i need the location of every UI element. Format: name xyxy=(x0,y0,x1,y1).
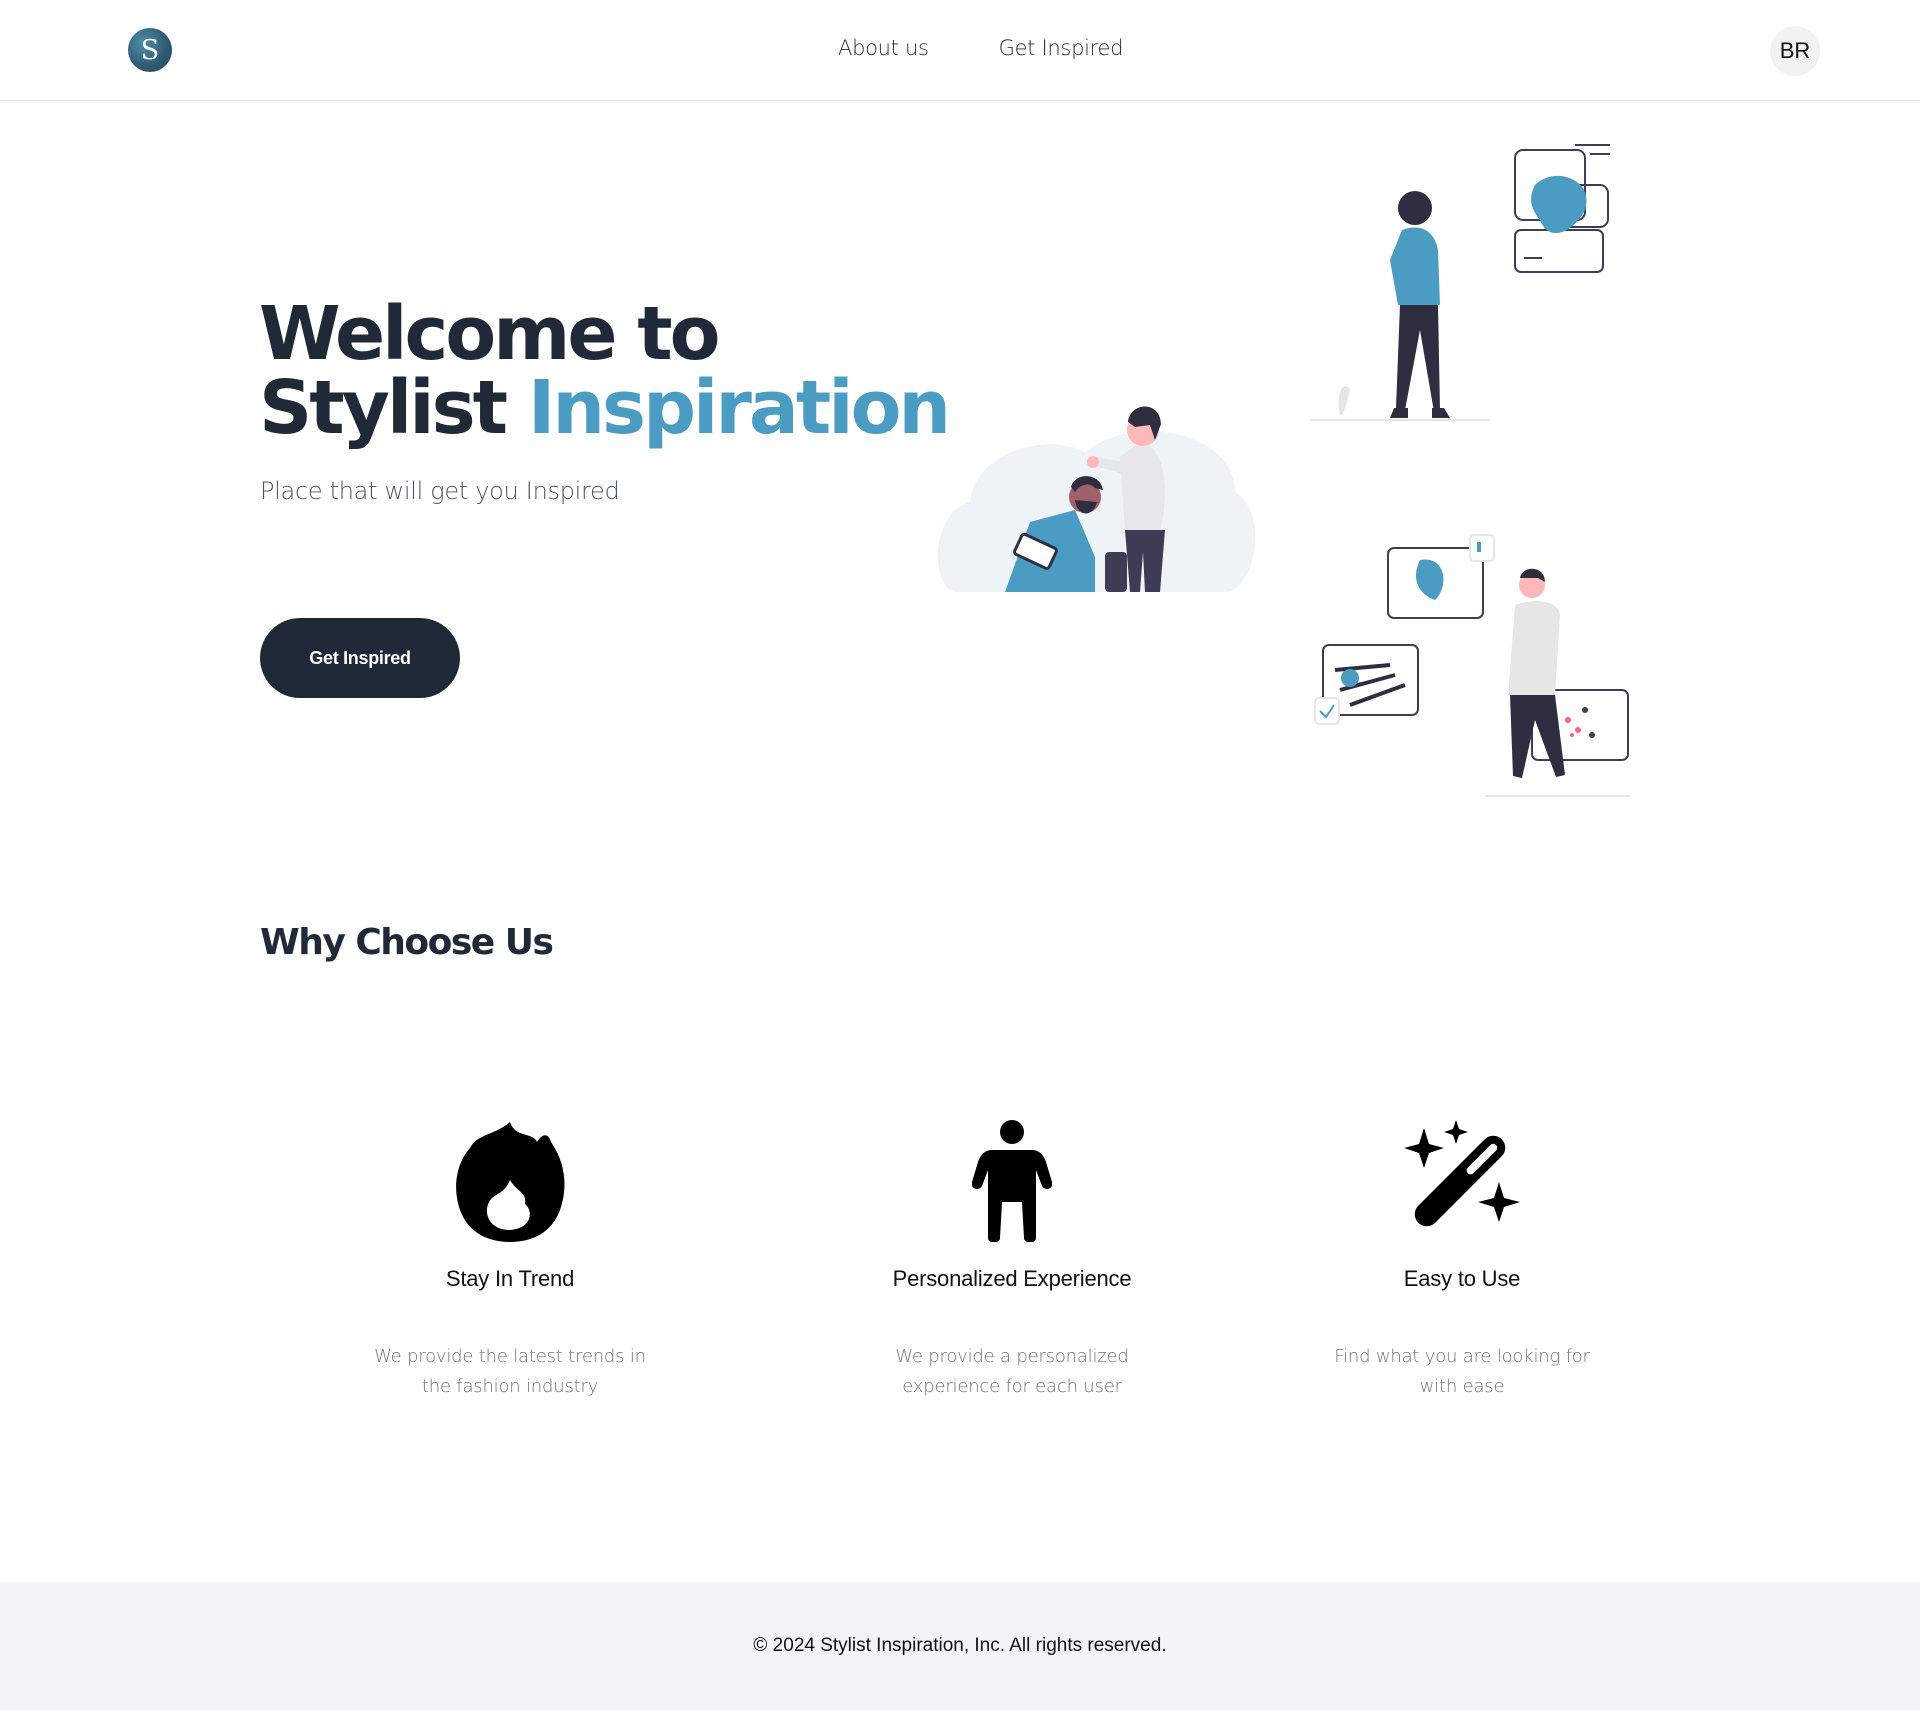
feature-description: Find what you are looking for with ease xyxy=(1334,1346,1590,1397)
footer-copyright: © 2024 Stylist Inspiration, Inc. All rig… xyxy=(753,1635,1167,1656)
man-moodboard-illustration xyxy=(1314,534,1630,797)
feature-description: We provide a personalized experience for… xyxy=(895,1346,1129,1397)
feature-description: We provide the latest trends in the fash… xyxy=(374,1346,646,1397)
flame-icon xyxy=(330,1120,690,1250)
site-header: S About us Get Inspired BR xyxy=(0,0,1920,101)
barber-illustration xyxy=(937,406,1256,592)
feature-personalized-experience: Personalized Experience We provide a per… xyxy=(832,1120,1192,1402)
logo[interactable]: S xyxy=(128,28,172,72)
feature-title: Stay In Trend xyxy=(445,1266,575,1291)
hero-subtitle: Place that will get you Inspired xyxy=(260,477,620,505)
hero-title-accent: Inspiration xyxy=(527,365,951,451)
person-icon xyxy=(832,1120,1192,1250)
get-inspired-button[interactable]: Get Inspired xyxy=(260,618,460,698)
why-choose-us-title: Why Choose Us xyxy=(260,922,554,963)
main-nav: About us Get Inspired xyxy=(838,36,1123,60)
nav-about-us[interactable]: About us xyxy=(838,36,929,60)
hero-title: Welcome to Stylist Inspiration xyxy=(259,297,959,445)
feature-title: Easy to Use xyxy=(1403,1266,1521,1291)
magic-wand-icon xyxy=(1282,1120,1642,1250)
hero-title-prefix: Stylist xyxy=(259,365,528,451)
feature-title: Personalized Experience xyxy=(892,1266,1132,1291)
woman-moodboard-illustration xyxy=(1310,144,1610,421)
nav-get-inspired[interactable]: Get Inspired xyxy=(999,36,1124,60)
feature-stay-in-trend: Stay In Trend We provide the latest tren… xyxy=(330,1120,690,1402)
site-footer: © 2024 Stylist Inspiration, Inc. All rig… xyxy=(0,1582,1920,1710)
user-avatar[interactable]: BR xyxy=(1770,26,1820,76)
feature-easy-to-use: Easy to Use Find what you are looking fo… xyxy=(1282,1120,1642,1402)
